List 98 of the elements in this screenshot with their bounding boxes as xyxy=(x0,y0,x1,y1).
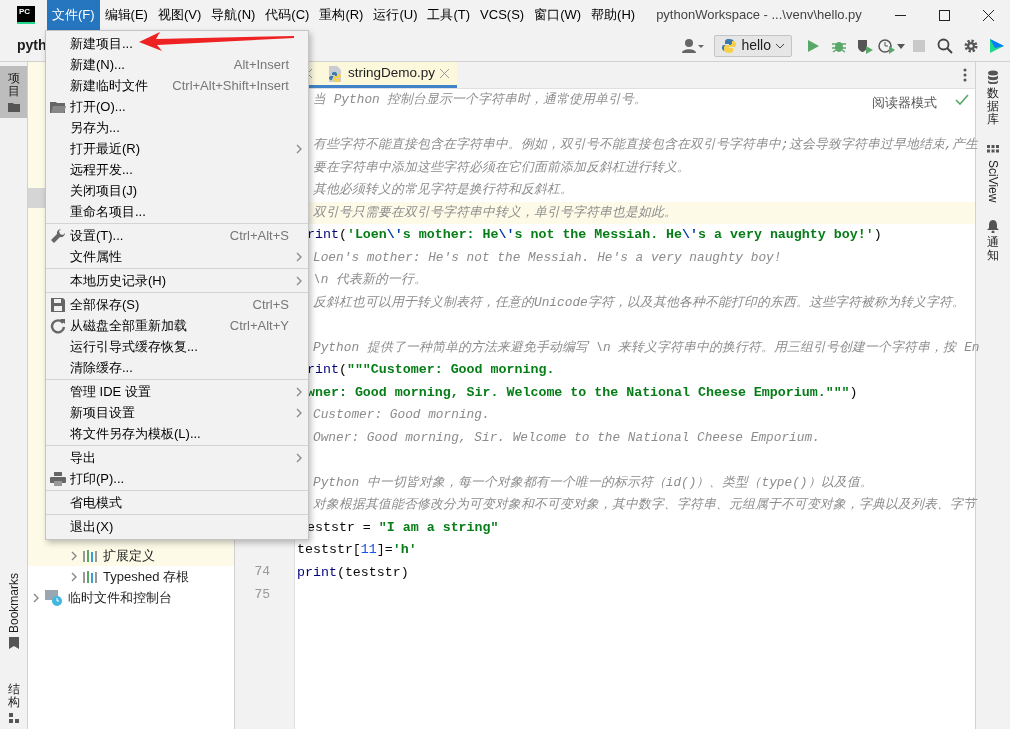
menu-item[interactable]: 工具(T) xyxy=(422,0,476,30)
code-comment: Python 提供了一种简单的方法来避免手动编写 \n 来转义字符串中的换行符。用三组引号创建一个字符串，按 En xyxy=(313,339,980,355)
tree-item[interactable]: 扩展定义 xyxy=(28,545,234,566)
code-line: rint('Loen\'s mother: He\'s not the Messiah. He\'s a very naughty boy!') xyxy=(307,227,882,242)
menu-item[interactable]: 运行引导式缓存恢复... xyxy=(46,336,308,357)
reload-icon xyxy=(50,317,66,334)
code-comment: Owner: Good morning, Sir. Welcome to the National Cheese Emporium. xyxy=(313,429,820,445)
project-name[interactable]: pyth xyxy=(17,35,47,56)
menu-item[interactable]: 另存为... xyxy=(46,117,308,138)
tool-window-tab[interactable]: 结构 xyxy=(0,676,27,729)
clock-icon xyxy=(878,37,896,54)
menu-item[interactable]: 远程开发... xyxy=(46,159,308,180)
folder-icon xyxy=(7,102,20,113)
maximize-icon xyxy=(938,9,950,21)
library-icon xyxy=(83,549,98,562)
python-icon xyxy=(721,37,738,54)
shortcut: Alt+Insert xyxy=(233,55,289,74)
scratch-console-icon xyxy=(45,589,63,606)
menu-item[interactable]: 关闭项目(J) xyxy=(46,180,308,201)
library-icon xyxy=(83,570,98,583)
menu-item[interactable]: 编辑(E) xyxy=(99,0,153,30)
menu-item[interactable]: 新建项目... xyxy=(46,33,308,54)
wrench-icon xyxy=(50,227,66,244)
menu-item[interactable]: 导出 xyxy=(46,447,308,468)
code-line: rint("""Customer: Good morning. xyxy=(307,362,555,377)
line-number: 74 xyxy=(254,563,271,581)
python-file-icon xyxy=(327,65,343,82)
bookmark-icon xyxy=(8,636,19,649)
tool-window-tab[interactable]: 项目 xyxy=(0,66,27,119)
menu-item[interactable]: 视图(V) xyxy=(152,0,207,30)
tree-item[interactable]: Typeshed 存根 xyxy=(28,566,234,587)
code-comment: Customer: Good morning. xyxy=(313,407,490,422)
code-line: teststr[11]='h' xyxy=(297,542,417,557)
menu-item[interactable]: 代码(C) xyxy=(260,0,315,30)
save-icon xyxy=(50,296,66,313)
close-icon[interactable] xyxy=(440,69,450,78)
bell-icon xyxy=(987,220,999,234)
shortcut: Ctrl+S xyxy=(252,295,289,314)
menu-item[interactable]: 文件属性 xyxy=(46,246,308,267)
close-icon xyxy=(982,9,994,21)
shortcut: Ctrl+Alt+S xyxy=(229,226,289,245)
menu-item[interactable]: 设置(T)... Ctrl+Alt+S xyxy=(46,225,308,246)
tool-window-tab[interactable]: SciView xyxy=(984,144,1002,203)
code-comment: 双引号只需要在双引号字符串中转义，单引号字符串也是如此。 xyxy=(313,204,677,220)
menu-item[interactable]: VCS(S) xyxy=(475,0,530,30)
line-number: 75 xyxy=(254,585,271,604)
menu-item[interactable]: 将文件另存为模板(L)... xyxy=(46,423,308,444)
menu-item[interactable]: 全部保存(S) Ctrl+S xyxy=(46,294,308,315)
menu-item[interactable]: 退出(X) xyxy=(46,516,308,537)
menu-item[interactable]: 运行(U) xyxy=(368,0,423,30)
menu-item[interactable]: 窗口(W) xyxy=(529,0,587,30)
tree-item[interactable]: 临时文件和控制台 xyxy=(28,587,234,608)
menu-item[interactable]: 新建临时文件 Ctrl+Alt+Shift+Insert xyxy=(46,75,308,96)
window-title: pythonWorkspace - ...\venv\hello.py xyxy=(656,6,862,25)
menu-item[interactable]: 重命名项目... xyxy=(46,201,308,222)
menu-item[interactable]: 新建(N)... Alt+Insert xyxy=(46,54,308,75)
menu-item[interactable]: 导航(N) xyxy=(206,0,261,30)
code-comment: 当 Python 控制台显示一个字符串时，通常使用单引号。 xyxy=(313,92,648,107)
shortcut: Ctrl+Alt+Y xyxy=(229,316,289,335)
editor-tab[interactable]: stringDemo.py xyxy=(319,62,458,88)
structure-icon xyxy=(8,713,19,723)
tool-window-tab[interactable]: 通知 xyxy=(987,220,999,263)
code-comment: 要在字符串中添加这些字符必须在它们面前添加反斜杠进行转义。 xyxy=(313,159,690,175)
chevron-icon xyxy=(70,571,78,582)
menu-item[interactable]: 本地历史记录(H) xyxy=(46,270,308,291)
profile-button[interactable] xyxy=(878,37,906,54)
code-comment: 有些字符不能直接包含在字符串中。例如，双引号不能直接包含在双引号字符串中;这会导致字符串过早地结束,产生 xyxy=(313,137,979,152)
code-comment: Loen's mother: He's not the Messiah. He's a very naughty boy! xyxy=(313,249,782,265)
menu-item[interactable]: 帮助(H) xyxy=(586,0,641,30)
chevron-icon xyxy=(32,592,40,603)
menu-item[interactable]: 从磁盘全部重新加载 Ctrl+Alt+Y xyxy=(46,315,308,336)
menu-item[interactable]: 打印(P)... xyxy=(46,468,308,489)
menu-item[interactable]: 省电模式 xyxy=(46,492,308,513)
tool-window-tab[interactable]: Bookmarks xyxy=(0,566,27,655)
code-comment: 反斜杠也可以用于转义制表符，任意的Unicode字符，以及其他各种不能打印的东西。这些字符被称为转义字符。 xyxy=(313,294,965,310)
menu-item[interactable]: 管理 IDE 设置 xyxy=(46,381,308,402)
code-comment: 对象根据其值能否修改分为可变对象和不可变对象，其中数字、字符串、元组属于不可变对象，字典以及列表、字节 xyxy=(313,497,976,512)
shortcut: Ctrl+Alt+Shift+Insert xyxy=(172,76,289,95)
menu-item[interactable]: 重构(R) xyxy=(314,0,369,30)
check-icon xyxy=(955,94,969,106)
chevron-icon xyxy=(70,550,78,561)
more-icon[interactable] xyxy=(963,68,967,82)
app-logo: PC xyxy=(17,6,35,24)
code-comment: 其他必须转义的常见字符是换行符和反斜杠。 xyxy=(313,182,573,197)
code-comment: \n 代表新的一行。 xyxy=(313,272,428,287)
code-line: print(teststr) xyxy=(297,564,409,580)
menu-item[interactable]: 文件(F) xyxy=(47,0,100,30)
menu-item[interactable]: 打开(O)... xyxy=(46,96,308,117)
database-icon xyxy=(987,70,999,84)
code-comment: Python 中一切皆对象，每一个对象都有一个唯一的标示符（id()）、类型（type()）以及值。 xyxy=(313,474,873,490)
code-line: eststr = "I am a string" xyxy=(307,519,499,535)
run-configuration-dropdown[interactable]: hello xyxy=(714,34,792,57)
menu-item[interactable]: 打开最近(R) xyxy=(46,138,308,159)
tool-window-tab[interactable]: 数据库 xyxy=(987,70,999,127)
menu-item[interactable]: 清除缓存... xyxy=(46,357,308,378)
reader-mode-link[interactable]: 阅读器模式 xyxy=(872,93,937,113)
menu-item[interactable]: 新项目设置 xyxy=(46,402,308,423)
printer-icon xyxy=(50,470,66,487)
